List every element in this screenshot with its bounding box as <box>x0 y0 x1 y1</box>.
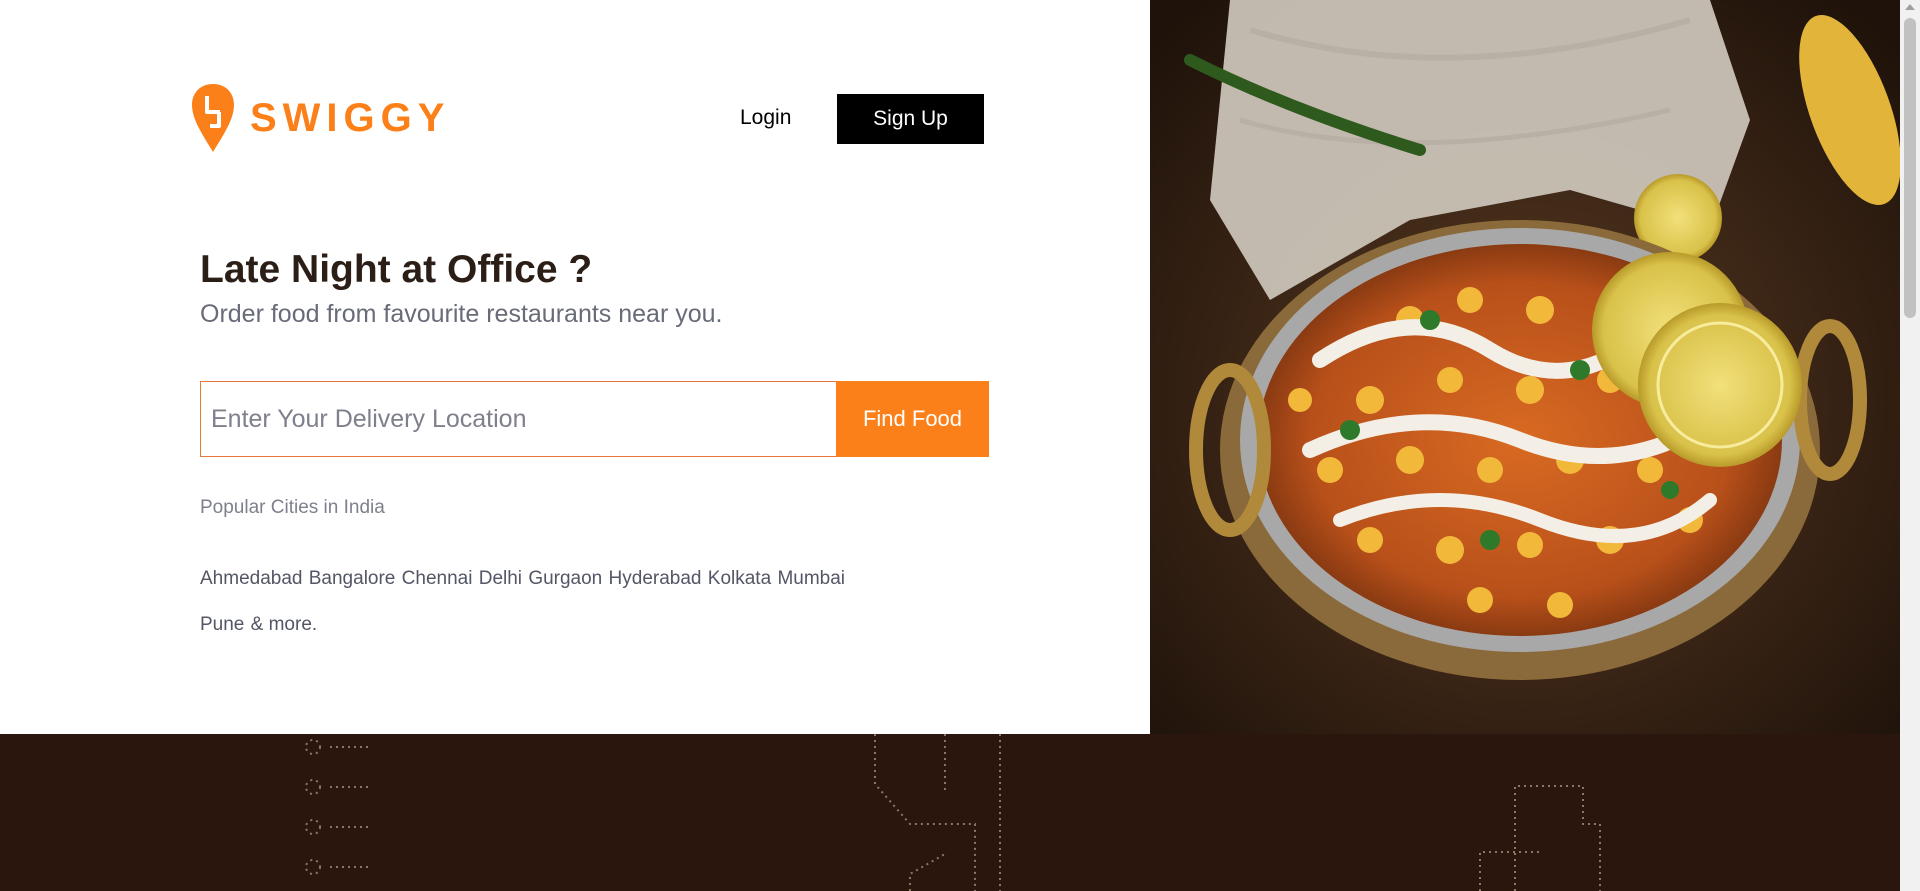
city-link-ahmedabad[interactable]: Ahmedabad <box>200 568 302 589</box>
login-link[interactable]: Login <box>740 106 791 130</box>
city-list: Ahmedabad Bangalore Chennai Delhi Gurgao… <box>200 556 940 648</box>
footer-decoration-band <box>0 734 1900 891</box>
food-photo-illustration <box>1150 0 1900 734</box>
city-link-mumbai[interactable]: Mumbai <box>777 568 845 589</box>
swiggy-logo[interactable]: SWIGGY <box>190 82 450 154</box>
delivery-location-input[interactable] <box>200 381 836 457</box>
hero-section: SWIGGY Login Sign Up Late Night at Offic… <box>0 0 1150 734</box>
city-link-pune[interactable]: Pune <box>200 614 244 635</box>
city-link-chennai[interactable]: Chennai <box>402 568 473 589</box>
page-subtitle: Order food from favourite restaurants ne… <box>200 300 723 328</box>
hero-food-image <box>1150 0 1900 734</box>
city-link-delhi[interactable]: Delhi <box>479 568 522 589</box>
logo-wordmark: SWIGGY <box>250 96 451 140</box>
dotted-illustration <box>305 734 1601 891</box>
page-title: Late Night at Office ? <box>200 248 593 291</box>
more-cities-text: & more. <box>250 614 318 635</box>
location-search: Find Food <box>200 381 989 457</box>
city-link-hyderabad[interactable]: Hyderabad <box>609 568 702 589</box>
swiggy-logo-icon <box>192 84 234 152</box>
find-food-button[interactable]: Find Food <box>836 381 989 457</box>
popular-cities-label: Popular Cities in India <box>200 497 385 518</box>
page-scrollbar[interactable] <box>1900 0 1920 891</box>
city-link-gurgaon[interactable]: Gurgaon <box>528 568 602 589</box>
scrollbar-thumb[interactable] <box>1904 18 1916 318</box>
city-link-bangalore[interactable]: Bangalore <box>309 568 396 589</box>
city-link-kolkata[interactable]: Kolkata <box>708 568 771 589</box>
signup-button[interactable]: Sign Up <box>837 94 984 144</box>
scroll-up-arrow-icon[interactable] <box>1905 4 1915 10</box>
